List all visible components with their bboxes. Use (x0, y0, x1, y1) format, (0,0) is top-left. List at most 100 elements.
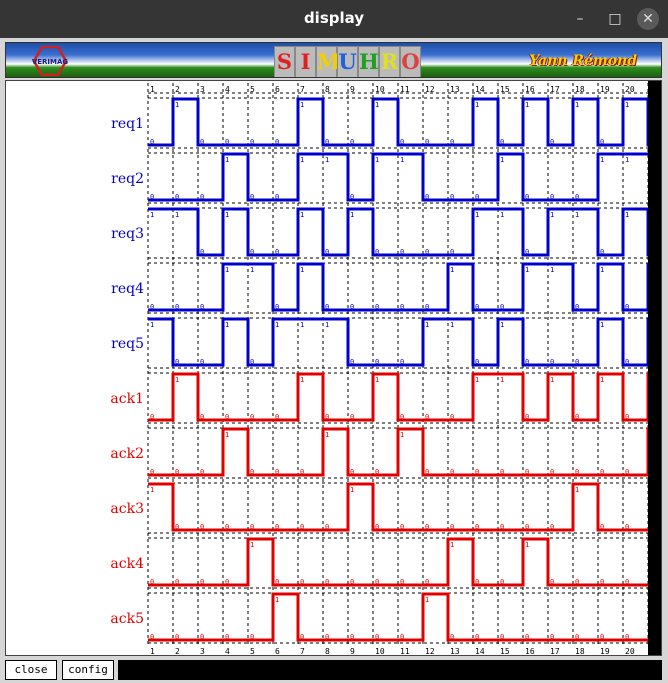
signal-value: 1 (475, 376, 479, 384)
signal-value: 1 (475, 211, 479, 219)
signal-value: 1 (300, 156, 304, 164)
signal-value: 1 (575, 486, 579, 494)
signal-value: 1 (150, 211, 154, 219)
signal-value: 1 (575, 101, 579, 109)
signal-value: 1 (175, 376, 179, 384)
cycle-label: 10 (375, 647, 385, 655)
signal-value: 1 (225, 266, 229, 274)
signal-value: 1 (175, 211, 179, 219)
logo-text: VERIMAG (32, 58, 68, 66)
signal-value: 1 (600, 266, 604, 274)
signal-value: 1 (550, 211, 554, 219)
signal-value: 1 (275, 321, 279, 329)
signal-name: ack5 (110, 611, 144, 627)
signal-name: ack3 (110, 501, 144, 517)
signal-value: 1 (625, 156, 629, 164)
signal-value: 1 (575, 211, 579, 219)
config-button[interactable]: config (62, 660, 114, 680)
window-title: display (303, 9, 365, 27)
signal-value: 1 (550, 266, 554, 274)
signal-value: 1 (325, 321, 329, 329)
cycle-label: 9 (350, 647, 355, 655)
logo-letter: U (337, 46, 358, 77)
signal-value: 1 (525, 541, 529, 549)
signal-value: 1 (450, 266, 454, 274)
close-window-icon[interactable]: ✕ (637, 8, 659, 30)
signal-value: 1 (350, 486, 354, 494)
signal-value: 1 (300, 376, 304, 384)
cycle-label: 8 (325, 647, 330, 655)
signal-value: 1 (450, 321, 454, 329)
cycle-label: 2 (175, 647, 180, 655)
cycle-label: 13 (450, 647, 460, 655)
signal-value: 1 (325, 431, 329, 439)
signal-name: req2 (111, 171, 144, 187)
logo-letter: R (379, 46, 400, 77)
signal-name: req5 (111, 336, 144, 352)
cycle-label: 15 (500, 647, 510, 655)
signal-value: 1 (600, 321, 604, 329)
signal-value: 1 (500, 376, 504, 384)
logo-letter: S (274, 46, 295, 77)
timing-diagram-panel: 1 1 2 2 3 3 4 4 5 5 6 6 7 7 8 8 9 9 10 10 11 11 12 12 13 13 14 14 15… (5, 80, 662, 656)
signal-value: 1 (225, 211, 229, 219)
cycle-label: 6 (275, 647, 280, 655)
signal-name: ack2 (110, 446, 144, 462)
cycle-label: 17 (550, 647, 560, 655)
signal-value: 1 (300, 211, 304, 219)
signal-value: 1 (225, 156, 229, 164)
signal-name: req3 (111, 226, 144, 242)
app-banner: VERIMAG SIMUHRO Yann Rémond (5, 42, 662, 78)
signal-value: 1 (400, 156, 404, 164)
signal-value: 1 (525, 101, 529, 109)
verimag-logo-icon: VERIMAG (32, 46, 68, 76)
logo-letter: H (358, 46, 379, 77)
vertical-scrollbar[interactable] (648, 81, 661, 655)
cycle-label: 4 (225, 647, 230, 655)
window-titlebar: display – □ ✕ (0, 0, 668, 38)
cycle-label: 3 (200, 647, 205, 655)
cycle-label: 12 (425, 647, 435, 655)
cycle-label: 5 (250, 647, 255, 655)
logo-letter: M (316, 46, 340, 77)
signal-value: 1 (300, 321, 304, 329)
signal-name: req4 (111, 281, 144, 297)
signal-value: 1 (175, 101, 179, 109)
signal-value: 1 (375, 101, 379, 109)
signal-value: 1 (625, 211, 629, 219)
cycle-label: 18 (575, 647, 585, 655)
signal-value: 1 (375, 156, 379, 164)
minimize-icon[interactable]: – (569, 8, 591, 30)
signal-value: 1 (600, 376, 604, 384)
waveform-ack2 (148, 427, 649, 477)
signal-value: 1 (400, 431, 404, 439)
signal-value: 1 (150, 486, 154, 494)
signal-value: 1 (275, 596, 279, 604)
signal-value: 1 (350, 211, 354, 219)
signal-value: 1 (525, 266, 529, 274)
close-button[interactable]: close (5, 660, 57, 680)
signal-value: 1 (325, 156, 329, 164)
cycle-label: 14 (475, 647, 485, 655)
timing-diagram: 1122334455667788991010111112121313141415… (110, 83, 649, 655)
signal-value: 1 (550, 376, 554, 384)
status-bar (118, 660, 662, 680)
maximize-icon[interactable]: □ (604, 8, 626, 30)
logo-letter: O (400, 46, 421, 77)
signal-value: 1 (250, 266, 254, 274)
signal-value: 1 (375, 376, 379, 384)
signal-value: 1 (225, 321, 229, 329)
simuhro-logo: SIMUHRO (274, 44, 421, 77)
cycle-label: 7 (300, 647, 305, 655)
cycle-label: 20 (625, 647, 635, 655)
signal-value: 1 (150, 321, 154, 329)
bottom-toolbar: close config (0, 658, 668, 683)
signal-value: 1 (300, 101, 304, 109)
signal-value: 1 (500, 321, 504, 329)
signal-value: 1 (450, 541, 454, 549)
signal-value: 1 (625, 101, 629, 109)
signal-value: 1 (600, 156, 604, 164)
cycle-label: 19 (600, 647, 610, 655)
signal-name: ack1 (110, 391, 144, 407)
logo-letter: I (295, 46, 316, 77)
